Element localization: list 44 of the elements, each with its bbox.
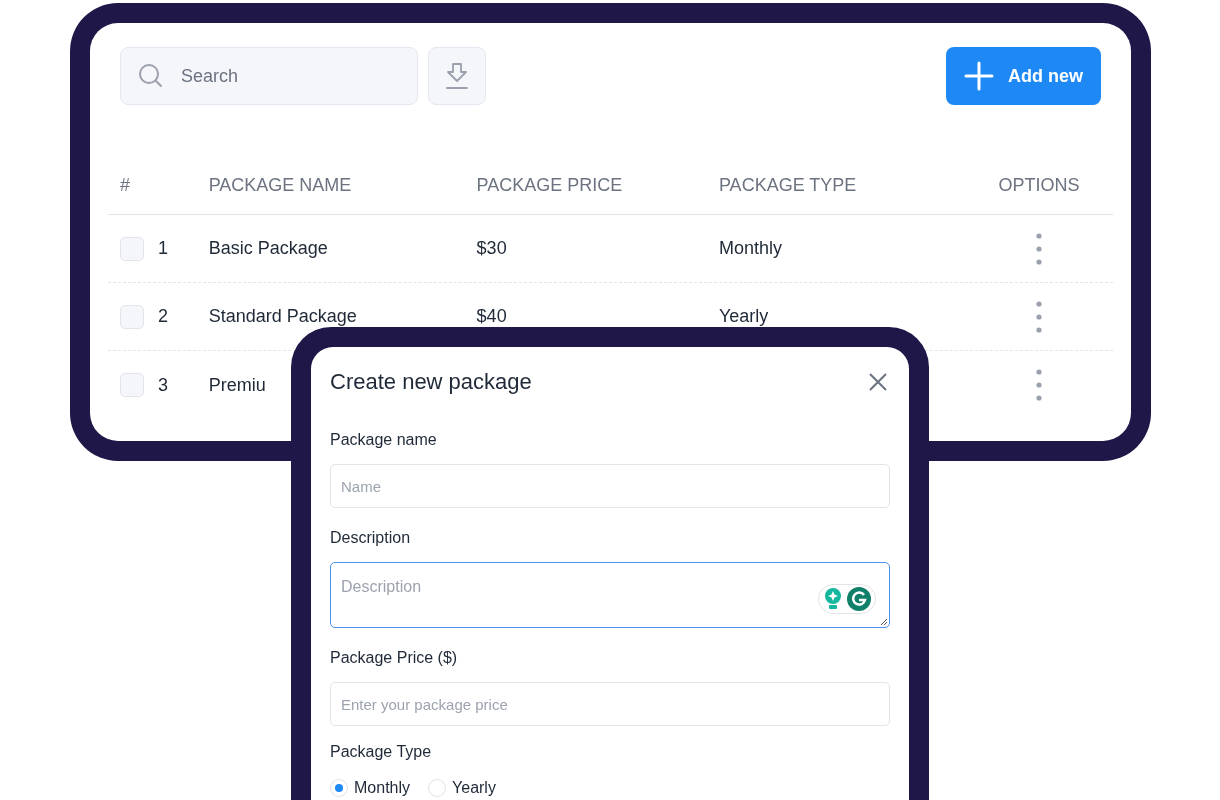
dialog-title: Create new package xyxy=(330,368,532,396)
row-checkbox[interactable] xyxy=(120,304,144,329)
row-number: 1 xyxy=(158,237,168,260)
package-name-cell: Standard Package xyxy=(208,306,357,326)
package-price-cell: $40 xyxy=(476,306,507,326)
download-button[interactable] xyxy=(428,47,486,105)
field-label: Package Type xyxy=(330,742,433,762)
writing-assistant-badge[interactable] xyxy=(818,584,876,614)
radio-button[interactable] xyxy=(428,779,447,797)
row-checkbox[interactable] xyxy=(120,236,144,261)
vertical-dots-icon xyxy=(1036,369,1043,401)
download-icon xyxy=(445,62,469,90)
field-label: Package name xyxy=(330,430,438,450)
vertical-dots-icon xyxy=(1036,300,1043,333)
row-checkbox[interactable] xyxy=(120,373,144,397)
resize-handle-icon[interactable] xyxy=(880,618,888,626)
vertical-dots-icon xyxy=(1036,232,1043,265)
column-header: OPTIONS xyxy=(998,175,1080,195)
field-label: Package Price ($) xyxy=(330,648,459,668)
package-price-cell: $30 xyxy=(476,238,507,258)
description-field[interactable]: Description xyxy=(330,562,890,628)
row-number: 3 xyxy=(158,373,168,397)
column-header: PACKAGE PRICE xyxy=(476,175,623,195)
add-new-button[interactable]: Add new xyxy=(946,47,1101,105)
field-label: Description xyxy=(330,528,412,548)
package-name-cell: Basic Package xyxy=(208,238,328,258)
plus-icon xyxy=(964,61,994,91)
lightbulb-icon xyxy=(823,587,843,611)
radio-button[interactable] xyxy=(330,779,348,797)
radio-option[interactable]: Monthly xyxy=(330,776,411,800)
assistant-logo-icon xyxy=(847,587,871,611)
close-icon xyxy=(869,372,887,391)
package-name-cell: Premiu xyxy=(208,374,266,395)
column-header: PACKAGE NAME xyxy=(208,175,352,195)
text-field[interactable]: Enter your package price xyxy=(330,682,890,726)
package-type-cell: Monthly xyxy=(718,238,782,258)
row-number: 2 xyxy=(158,305,168,328)
column-header: # xyxy=(120,175,130,195)
package-type-cell: Yearly xyxy=(718,306,769,326)
text-field[interactable]: Name xyxy=(330,464,890,508)
radio-option[interactable]: Yearly xyxy=(428,776,496,800)
column-header: PACKAGE TYPE xyxy=(718,175,857,195)
search-field[interactable]: Search xyxy=(120,47,418,105)
search-icon xyxy=(138,63,164,89)
